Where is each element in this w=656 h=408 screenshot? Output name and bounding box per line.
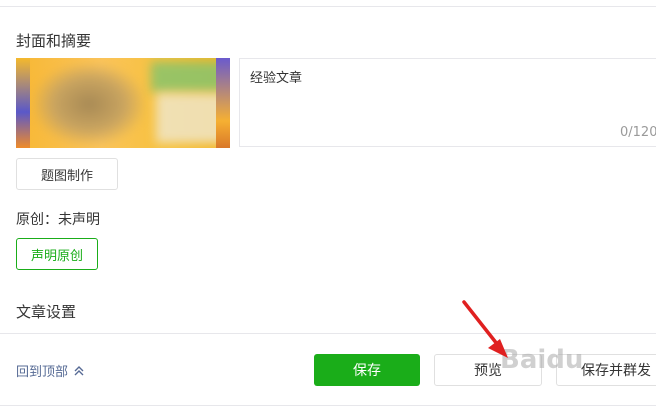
- top-divider: [0, 6, 656, 7]
- save-button[interactable]: 保存: [314, 354, 420, 386]
- bottom-divider: [0, 405, 656, 406]
- back-to-top-label: 回到顶部: [16, 365, 69, 380]
- declare-original-button[interactable]: 声明原创: [16, 238, 98, 270]
- summary-input[interactable]: 经验文章 0/120: [239, 58, 656, 147]
- cover-section-title: 封面和摘要: [16, 32, 92, 50]
- make-cover-button[interactable]: 题图制作: [16, 158, 118, 190]
- back-to-top-link[interactable]: 回到顶部: [16, 361, 84, 380]
- summary-char-count: 0/120: [620, 125, 656, 140]
- settings-section-title: 文章设置: [16, 303, 77, 321]
- preview-button[interactable]: 预览: [434, 354, 542, 386]
- summary-text: 经验文章: [250, 71, 303, 86]
- save-and-publish-button[interactable]: 保存并群发: [556, 354, 656, 386]
- original-status: 原创：未声明: [16, 212, 100, 228]
- chevron-double-up-icon: [74, 365, 84, 375]
- cover-image[interactable]: [16, 58, 230, 148]
